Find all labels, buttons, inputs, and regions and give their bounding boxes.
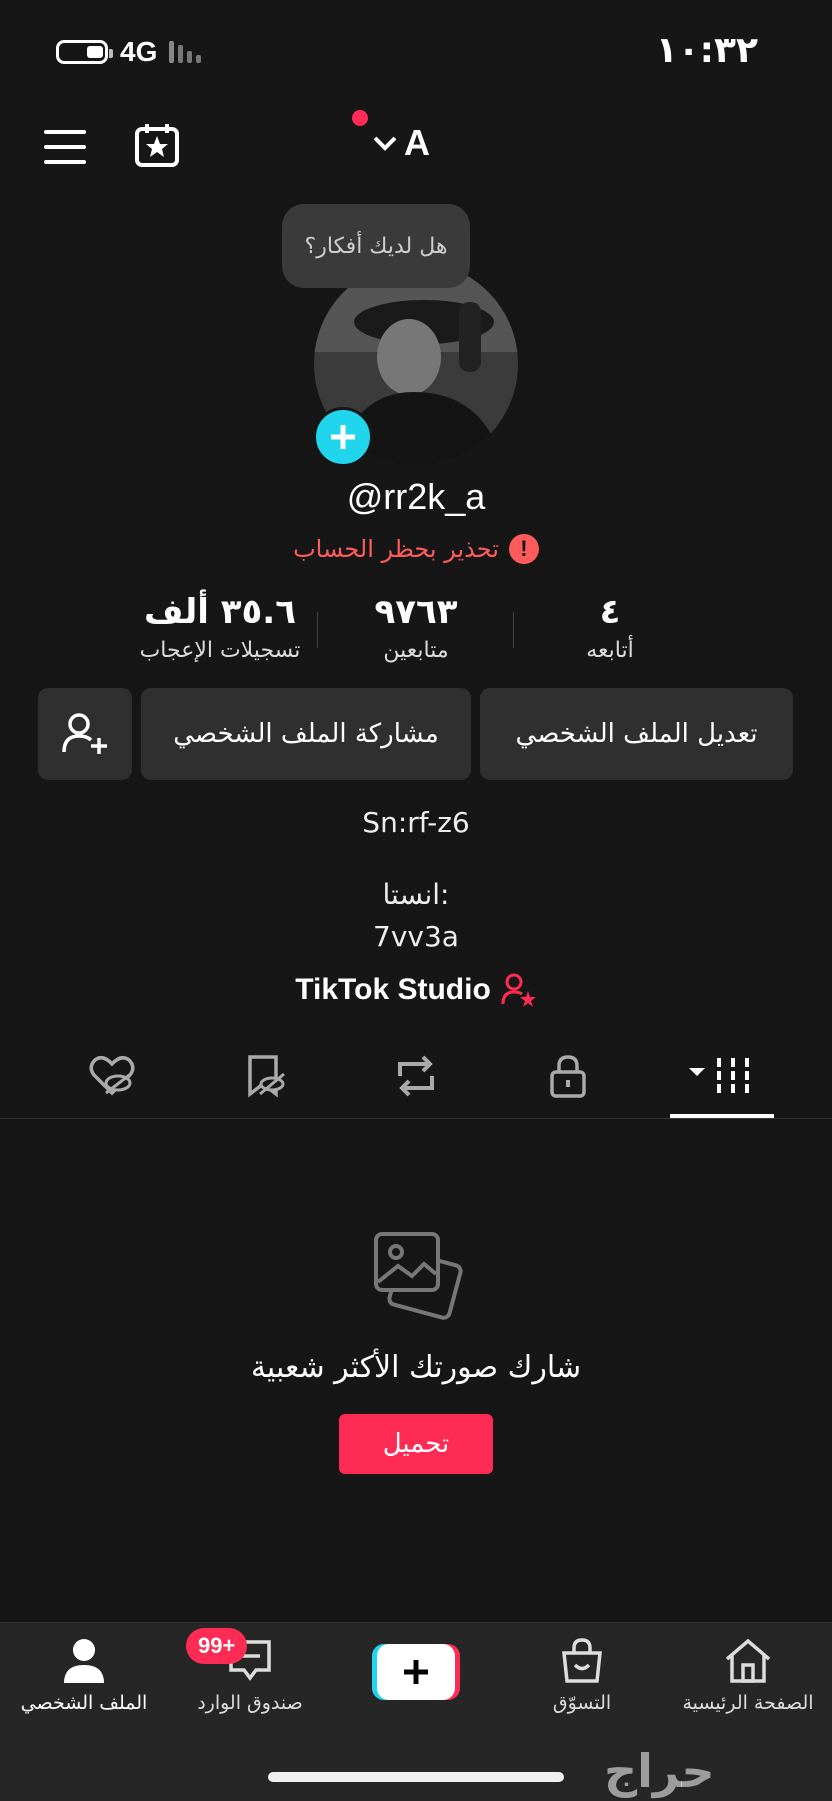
nav-label: التسوّق — [552, 1692, 612, 1714]
tab-divider — [0, 1118, 832, 1119]
empty-state-title: شارك صورتك الأكثر شعبية — [250, 1350, 582, 1385]
calendar-star-icon[interactable] — [134, 122, 180, 168]
create-button[interactable] — [372, 1644, 460, 1700]
status-time: ١٠:٣٢ — [655, 30, 758, 71]
repost-icon — [398, 1055, 434, 1097]
nav-label: الصفحة الرئيسية — [682, 1692, 814, 1714]
stat-following[interactable]: ٤ أتابعه — [510, 592, 710, 663]
tab-reposts[interactable] — [386, 1052, 446, 1100]
stat-value: ٩٧٦٣ — [374, 592, 458, 632]
bio-line: 7vv3a — [373, 920, 459, 953]
nav-label: صندوق الوارد — [197, 1692, 303, 1714]
stat-value: ٤ — [599, 592, 621, 632]
watermark-logo: حراج — [604, 1744, 715, 1798]
add-friend-button[interactable] — [38, 688, 132, 780]
creator-star-icon — [501, 973, 536, 1007]
profile-icon — [64, 1639, 104, 1683]
battery-icon — [56, 40, 113, 64]
tab-private[interactable] — [538, 1052, 598, 1100]
lock-icon — [550, 1055, 586, 1098]
stat-label: أتابعه — [586, 638, 634, 663]
notification-dot — [352, 110, 368, 126]
shopping-bag-icon — [562, 1638, 602, 1683]
network-label: 4G — [120, 36, 158, 67]
photos-icon — [374, 1232, 463, 1320]
account-warning[interactable]: ! تحذير بحظر الحساب — [0, 534, 832, 564]
ideas-prompt-bubble[interactable]: هل لديك أفكار؟ — [282, 204, 470, 288]
nav-label: الملف الشخصي — [20, 1692, 148, 1714]
share-profile-button[interactable]: مشاركة الملف الشخصي — [141, 688, 471, 780]
status-bar-left: 4G — [56, 36, 202, 68]
menu-icon[interactable] — [44, 130, 86, 164]
upload-button[interactable]: تحميل — [339, 1414, 493, 1474]
home-icon — [725, 1638, 771, 1683]
home-indicator[interactable] — [268, 1772, 564, 1782]
chevron-down-icon — [373, 136, 397, 151]
edit-profile-button[interactable]: تعديل الملف الشخصي — [480, 688, 793, 780]
account-switcher[interactable]: A — [372, 122, 430, 164]
stat-likes[interactable]: ٣٥.٦ ألف تسجيلات الإعجاب — [120, 592, 320, 663]
username: @rr2k_a — [346, 476, 486, 517]
account-initial: A — [404, 122, 430, 163]
stat-followers[interactable]: ٩٧٦٣ متابعين — [316, 592, 516, 663]
alert-icon: ! — [508, 534, 539, 564]
add-avatar-button[interactable] — [313, 407, 373, 467]
videos-grid-icon — [689, 1058, 749, 1094]
nav-shop[interactable]: التسوّق — [502, 1636, 662, 1714]
active-tab-indicator — [670, 1114, 774, 1118]
stat-value: ٣٥.٦ ألف — [144, 592, 296, 632]
studio-label: TikTok Studio — [295, 973, 491, 1006]
signal-icon — [169, 41, 202, 63]
favorites-hidden-icon — [248, 1055, 285, 1098]
tab-videos[interactable] — [688, 1052, 756, 1100]
inbox-badge: 99+ — [186, 1628, 248, 1664]
plus-icon — [331, 425, 355, 449]
add-user-icon — [62, 713, 107, 754]
nav-home[interactable]: الصفحة الرئيسية — [668, 1636, 828, 1714]
tiktok-studio-link[interactable]: TikTok Studio — [0, 972, 832, 1008]
nav-profile[interactable]: الملف الشخصي — [4, 1636, 164, 1714]
stat-label: متابعين — [383, 638, 449, 663]
bio-line: Sn:rf-z6 — [362, 806, 470, 839]
stat-label: تسجيلات الإعجاب — [139, 638, 301, 663]
bio-line: انستا: — [382, 878, 450, 911]
warning-text: تحذير بحظر الحساب — [293, 535, 499, 563]
liked-hidden-icon — [89, 1056, 135, 1096]
tab-liked[interactable] — [82, 1052, 142, 1100]
tab-favorites[interactable] — [234, 1052, 294, 1100]
